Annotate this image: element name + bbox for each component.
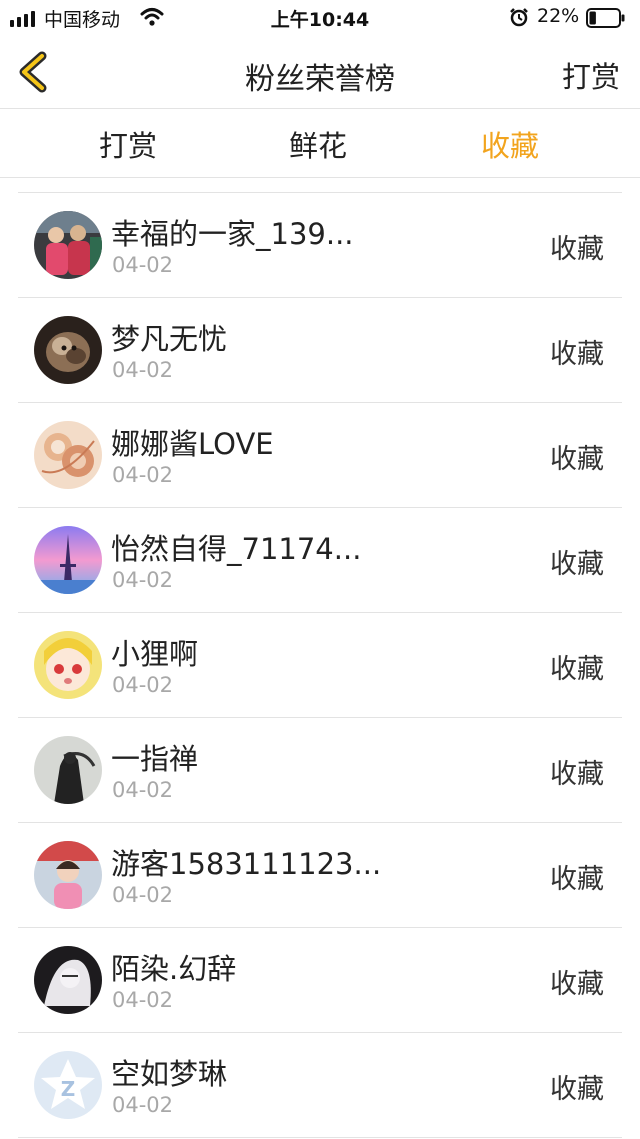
svg-text:Z: Z	[61, 1077, 76, 1101]
fan-name: 空如梦琳	[111, 1057, 228, 1091]
avatar	[34, 736, 102, 804]
carrier-name: 中国移动	[44, 9, 121, 31]
tab-favorites[interactable]: 收藏	[450, 123, 570, 165]
avatar	[34, 526, 102, 594]
status-bar: 中国移动 上午10:44 22%	[0, 0, 640, 36]
tab-reward[interactable]: 打赏	[68, 123, 188, 165]
fan-name: 怡然自得_71174...	[111, 532, 362, 566]
navigation-bar: 粉丝荣誉榜 打赏	[0, 36, 640, 109]
fan-list: 幸福的一家_139... 04-02 收藏 梦凡无忧 04-02 收藏 娜娜酱L…	[0, 193, 640, 1138]
fan-action: 收藏	[550, 1074, 604, 1105]
list-item[interactable]: 游客1583111123... 04-02 收藏	[18, 823, 622, 928]
tab-bar: 打赏 鲜花 收藏	[0, 109, 640, 178]
fan-date: 04-02	[112, 358, 174, 382]
signal-strength-icon	[10, 11, 35, 27]
list-item[interactable]: 一指禅 04-02 收藏	[18, 718, 622, 823]
avatar	[34, 421, 102, 489]
fan-name: 梦凡无忧	[111, 322, 228, 356]
list-item[interactable]: 怡然自得_71174... 04-02 收藏	[18, 508, 622, 613]
list-item[interactable]: 梦凡无忧 04-02 收藏	[18, 298, 622, 403]
fan-action: 收藏	[550, 444, 604, 475]
fan-name: 幸福的一家_139...	[111, 217, 354, 251]
fan-name: 一指禅	[111, 742, 199, 776]
fan-action: 收藏	[550, 759, 604, 790]
avatar	[34, 631, 102, 699]
fan-name: 娜娜酱LOVE	[111, 427, 274, 461]
fan-date: 04-02	[112, 463, 174, 487]
avatar	[34, 841, 102, 909]
avatar: Z	[34, 1051, 102, 1119]
wifi-icon	[140, 7, 164, 31]
fan-name: 陌染.幻辞	[111, 952, 237, 986]
fan-date: 04-02	[112, 568, 174, 592]
tab-flowers[interactable]: 鲜花	[258, 123, 378, 165]
fan-action: 收藏	[550, 969, 604, 1000]
list-item[interactable]: 娜娜酱LOVE 04-02 收藏	[18, 403, 622, 508]
fan-date: 04-02	[112, 778, 174, 802]
fan-date: 04-02	[112, 988, 174, 1012]
fan-action: 收藏	[550, 339, 604, 370]
default-avatar-icon: Z	[34, 1051, 102, 1119]
avatar	[34, 316, 102, 384]
fan-action: 收藏	[550, 234, 604, 265]
fan-date: 04-02	[112, 673, 174, 697]
fan-action: 收藏	[550, 549, 604, 580]
fan-date: 04-02	[112, 253, 174, 277]
list-item[interactable]: 陌染.幻辞 04-02 收藏	[18, 928, 622, 1033]
fan-date: 04-02	[112, 1093, 174, 1117]
fan-date: 04-02	[112, 883, 174, 907]
list-item[interactable]: 小狸啊 04-02 收藏	[18, 613, 622, 718]
avatar	[34, 211, 102, 279]
list-item[interactable]: Z 空如梦琳 04-02 收藏	[18, 1033, 622, 1138]
back-button[interactable]	[12, 50, 52, 94]
list-item[interactable]: 幸福的一家_139... 04-02 收藏	[18, 193, 622, 298]
fan-name: 小狸啊	[111, 637, 199, 671]
page-title: 粉丝荣誉榜	[245, 62, 395, 97]
battery-percentage: 22%	[537, 5, 580, 27]
avatar	[34, 946, 102, 1014]
fan-action: 收藏	[550, 654, 604, 685]
fan-name: 游客1583111123...	[111, 847, 382, 881]
alarm-icon	[509, 7, 529, 31]
battery-icon	[586, 8, 626, 28]
reward-button[interactable]: 打赏	[562, 54, 620, 96]
fan-action: 收藏	[550, 864, 604, 895]
chevron-left-icon	[19, 51, 47, 93]
